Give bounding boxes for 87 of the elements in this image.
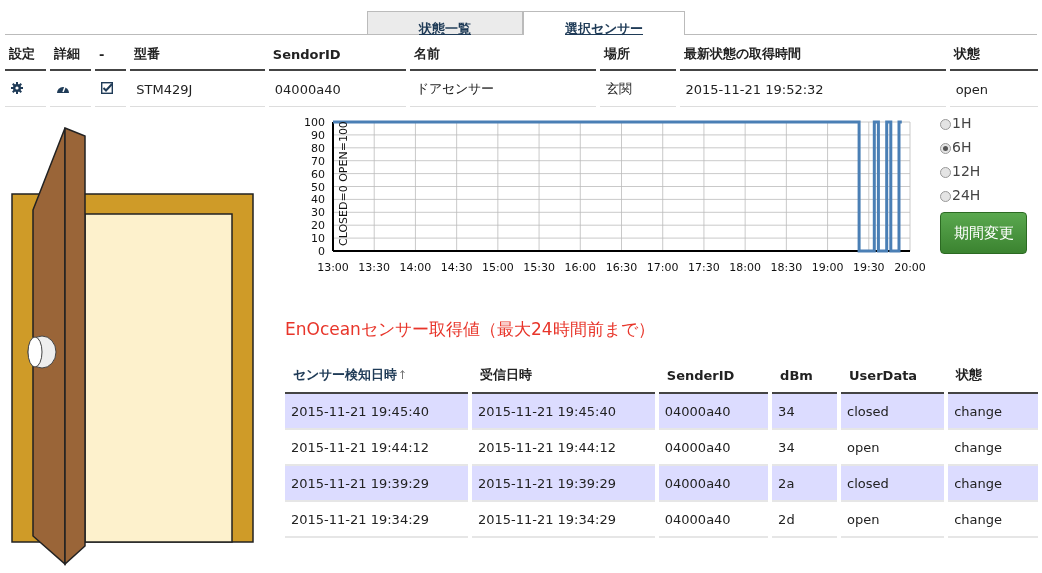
x-tick-label: 19:30 bbox=[852, 261, 885, 274]
radio-label: 24H bbox=[952, 186, 981, 203]
settings-icon[interactable] bbox=[11, 81, 23, 94]
table-cell: 2015-11-21 19:34:29 bbox=[477, 512, 616, 527]
y-tick-label: 100 bbox=[304, 116, 325, 129]
table-cell: 2015-11-21 19:52:32 bbox=[685, 81, 824, 97]
x-tick-label: 13:00 bbox=[317, 261, 349, 274]
table-cell: 04000a40 bbox=[664, 512, 731, 527]
table-cell: 2015-11-21 19:44:12 bbox=[291, 440, 430, 455]
y-tick-label: 70 bbox=[311, 154, 325, 168]
radio-button[interactable] bbox=[940, 143, 951, 154]
table-cell: 2015-11-21 19:44:12 bbox=[477, 440, 616, 455]
y-tick-label: 20 bbox=[311, 219, 325, 233]
sort-icon[interactable] bbox=[400, 370, 405, 379]
x-tick-label: 15:30 bbox=[523, 261, 555, 274]
column-header: SendorID bbox=[272, 46, 341, 62]
table-cell: change bbox=[954, 476, 1003, 491]
y-tick-label: 80 bbox=[311, 141, 325, 155]
table-cell: 04000a40 bbox=[664, 440, 731, 455]
table-cell: change bbox=[954, 512, 1003, 527]
x-tick-label: 17:30 bbox=[688, 261, 720, 274]
y-tick-label: 60 bbox=[311, 167, 325, 181]
radio-label: 1H bbox=[952, 114, 972, 131]
x-tick-label: 16:00 bbox=[564, 261, 597, 274]
tab[interactable]: 状態一覧 bbox=[367, 11, 523, 34]
column-header: 受信日時 bbox=[479, 367, 532, 382]
column-header: SenderID bbox=[666, 367, 735, 383]
table-cell: change bbox=[954, 404, 1003, 419]
radio-button[interactable] bbox=[940, 191, 951, 202]
table-cell: 04000a40 bbox=[274, 81, 341, 97]
radio-button[interactable] bbox=[940, 119, 951, 130]
x-tick-label: 14:00 bbox=[399, 261, 432, 274]
column-header: 型番 bbox=[134, 46, 161, 61]
column-header: 状態 bbox=[953, 46, 980, 61]
x-tick-label: 16:30 bbox=[605, 261, 638, 274]
column-header: センサー検知日時 bbox=[293, 367, 397, 382]
y-tick-label: 0 bbox=[318, 245, 325, 258]
x-tick-label: 17:00 bbox=[646, 261, 679, 274]
x-tick-label: 20:00 bbox=[894, 261, 926, 274]
column-header: UserData bbox=[849, 367, 918, 383]
table-cell: 2d bbox=[778, 512, 795, 527]
y-tick-label: 10 bbox=[311, 232, 325, 246]
table-cell: closed bbox=[847, 476, 889, 491]
table-cell: 2a bbox=[778, 476, 795, 491]
x-tick-label: 13:30 bbox=[358, 261, 391, 274]
column-header: 状態 bbox=[956, 367, 983, 382]
table-cell: 2015-11-21 19:34:29 bbox=[291, 512, 430, 527]
y-tick-label: 90 bbox=[311, 128, 325, 142]
section-title: EnOceanセンサー取得値（最大24時間前まで） bbox=[285, 318, 656, 341]
column-header: 詳細 bbox=[54, 46, 81, 61]
table-cell: 玄関 bbox=[605, 81, 632, 96]
y-tick-label: 30 bbox=[311, 206, 325, 220]
radio-label: 6H bbox=[952, 138, 972, 155]
x-tick-label: 18:30 bbox=[770, 261, 803, 274]
column-header: 名前 bbox=[413, 46, 440, 61]
table-cell: 2015-11-21 19:45:40 bbox=[291, 404, 430, 419]
table-cell: ドアセンサー bbox=[415, 81, 494, 96]
table-cell: 2015-11-21 19:39:29 bbox=[477, 476, 616, 491]
column-header: - bbox=[99, 46, 105, 62]
y-tick-label: 50 bbox=[311, 180, 325, 194]
table-cell: open bbox=[847, 440, 880, 455]
column-header: dBm bbox=[780, 367, 813, 383]
change-period-button[interactable]: 期間変更 bbox=[940, 212, 1027, 254]
table-cell: 2015-11-21 19:39:29 bbox=[291, 476, 430, 491]
table-cell: closed bbox=[847, 404, 889, 419]
column-header: 最新状態の取得時間 bbox=[683, 46, 801, 61]
table-cell: open bbox=[847, 512, 880, 527]
radio-button[interactable] bbox=[940, 167, 951, 178]
table-cell: 34 bbox=[778, 404, 795, 419]
x-tick-label: 19:00 bbox=[811, 261, 844, 274]
column-header: 設定 bbox=[9, 46, 35, 61]
table-cell: change bbox=[954, 440, 1003, 455]
x-tick-label: 18:00 bbox=[729, 261, 761, 274]
checkbox[interactable] bbox=[101, 81, 114, 94]
table-cell: 34 bbox=[778, 440, 795, 455]
table-cell: STM429J bbox=[136, 81, 193, 97]
x-tick-label: 15:00 bbox=[482, 261, 514, 274]
table-cell: 04000a40 bbox=[664, 476, 731, 491]
tab[interactable]: 選択センサー bbox=[523, 11, 685, 35]
table-cell: 2015-11-21 19:45:40 bbox=[477, 404, 616, 419]
table-cell: 04000a40 bbox=[664, 404, 731, 419]
column-header: 場所 bbox=[603, 46, 630, 61]
y-axis-label: CLOSED=0 OPEN=100 bbox=[337, 121, 350, 246]
x-tick-label: 14:30 bbox=[440, 261, 473, 274]
table-cell: open bbox=[955, 81, 989, 97]
radio-label: 12H bbox=[952, 162, 981, 179]
y-tick-label: 40 bbox=[311, 193, 325, 207]
